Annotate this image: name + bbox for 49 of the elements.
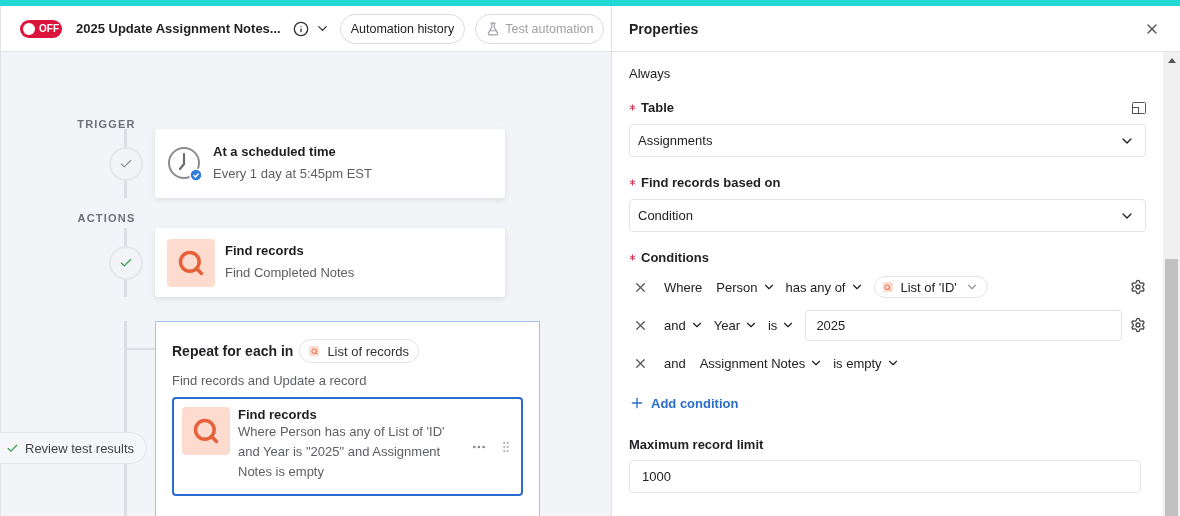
panel-title: Properties (629, 20, 699, 37)
condition-dropdown[interactable]: Year (713, 317, 758, 333)
search-icon (182, 407, 230, 455)
card-subtitle: Every 1 day at 5:45pm EST (213, 164, 372, 183)
repeat-container[interactable]: Repeat for each in List of records Find records and Update a record Find records Where Person has any of List of 'ID' and Year is "2025" and Assignment Notes is empty (155, 321, 540, 516)
clock-icon (167, 145, 203, 182)
record-limit-input[interactable]: 1000 (629, 460, 1141, 493)
condition-dropdown[interactable]: Person (716, 279, 776, 295)
search-icon (167, 238, 215, 287)
flask-icon (486, 21, 501, 36)
field-label: Maximum record limit (629, 437, 764, 452)
condition-text: Where (664, 279, 703, 295)
condition-dropdown[interactable]: Assignment Notes (699, 355, 824, 371)
trigger-card[interactable]: At a scheduled time Every 1 day at 5:45pm EST (155, 129, 505, 198)
toolbar-button[interactable]: Automation history (339, 13, 466, 44)
scrollbar[interactable] (1163, 52, 1180, 516)
criteria-select[interactable]: Condition (629, 199, 1146, 232)
add-condition-link[interactable]: Add condition (629, 395, 739, 411)
run-value: Always (629, 66, 672, 81)
field-label: Conditions (641, 250, 709, 265)
condition-text: and (664, 355, 686, 371)
value-token[interactable]: List of 'ID' (873, 276, 988, 298)
condition-dropdown[interactable]: and (664, 317, 704, 333)
repeat-title: Repeat for each in (172, 343, 294, 359)
section-heading: TRIGGER (76, 118, 137, 130)
field-label: Table (641, 100, 674, 115)
search-icon (309, 346, 320, 356)
search-icon (882, 282, 893, 292)
condition-dropdown[interactable]: has any of (785, 279, 864, 295)
card-title: Find records (238, 407, 318, 422)
card-title: At a scheduled time (213, 143, 337, 159)
automation-title: 2025 Update Assignment Notes... (76, 21, 281, 36)
toggle-switch[interactable]: OFF (20, 19, 62, 38)
table-select[interactable]: Assignments (629, 124, 1146, 157)
field-label: Find records based on (641, 175, 781, 190)
action-card[interactable]: Find records Find Completed Notes (155, 228, 505, 297)
review-results-button[interactable]: Review test results (0, 432, 148, 464)
section-heading: ACTIONS (76, 212, 137, 224)
condition-dropdown[interactable]: is empty (833, 355, 900, 371)
info-icon[interactable] (292, 20, 309, 37)
condition-dropdown[interactable]: is (768, 317, 796, 333)
card-title: Find records (225, 242, 305, 258)
card-subtitle: Where Person has any of List of 'ID' and Year is "2025" and Assignment Notes is empty (238, 423, 446, 481)
plus-icon (629, 395, 645, 411)
value-input[interactable]: 2025 (805, 309, 1122, 341)
step-card[interactable]: Find records Where Person has any of List of 'ID' and Year is "2025" and Assignment Notes is empty (172, 397, 523, 496)
panel-icon[interactable] (1132, 101, 1146, 114)
card-subtitle: Find Completed Notes (225, 263, 355, 282)
repeat-description: Find records and Update a record (172, 373, 368, 388)
